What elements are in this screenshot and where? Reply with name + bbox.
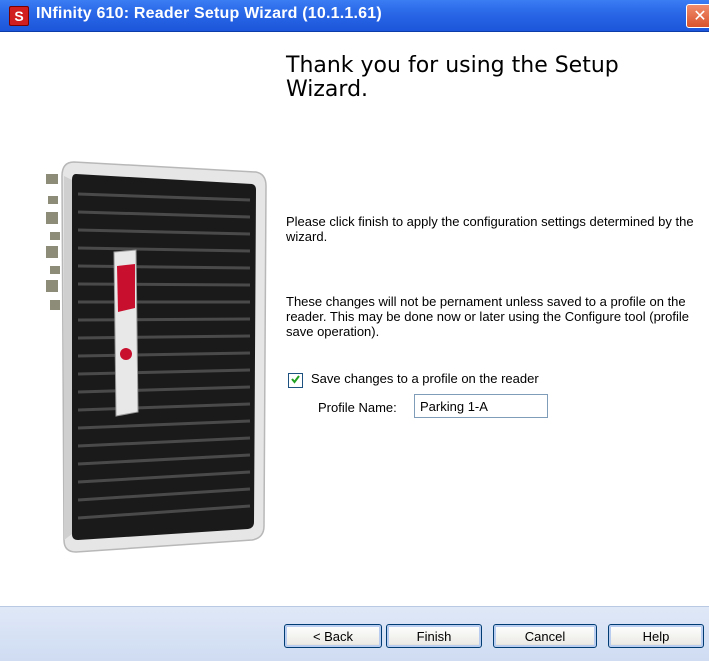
profile-name-input[interactable]	[414, 394, 548, 418]
title-bar[interactable]: S INfinity 610: Reader Setup Wizard (10.…	[0, 0, 709, 32]
finish-instructions: Please click finish to apply the configu…	[286, 214, 694, 244]
checkmark-icon	[291, 375, 300, 384]
window-title: INfinity 610: Reader Setup Wizard (10.1.…	[36, 5, 382, 22]
save-profile-label[interactable]: Save changes to a profile on the reader	[311, 371, 539, 386]
profile-notice: These changes will not be pernament unle…	[286, 294, 689, 339]
reader-device-image	[46, 161, 267, 553]
wizard-heading: Thank you for using the Setup Wizard.	[286, 53, 619, 102]
cancel-button[interactable]: Cancel	[493, 624, 597, 648]
button-bar: < Back Finish Cancel Help	[0, 606, 709, 661]
help-button[interactable]: Help	[608, 624, 704, 648]
close-button[interactable]: ✕	[686, 4, 709, 28]
save-profile-checkbox[interactable]	[288, 373, 303, 388]
finish-button[interactable]: Finish	[386, 624, 482, 648]
close-icon: ✕	[693, 6, 707, 25]
wizard-content: Thank you for using the Setup Wizard. Pl…	[0, 32, 709, 606]
app-logo-icon: S	[9, 6, 29, 26]
back-button[interactable]: < Back	[284, 624, 382, 648]
profile-name-label: Profile Name:	[318, 400, 397, 415]
